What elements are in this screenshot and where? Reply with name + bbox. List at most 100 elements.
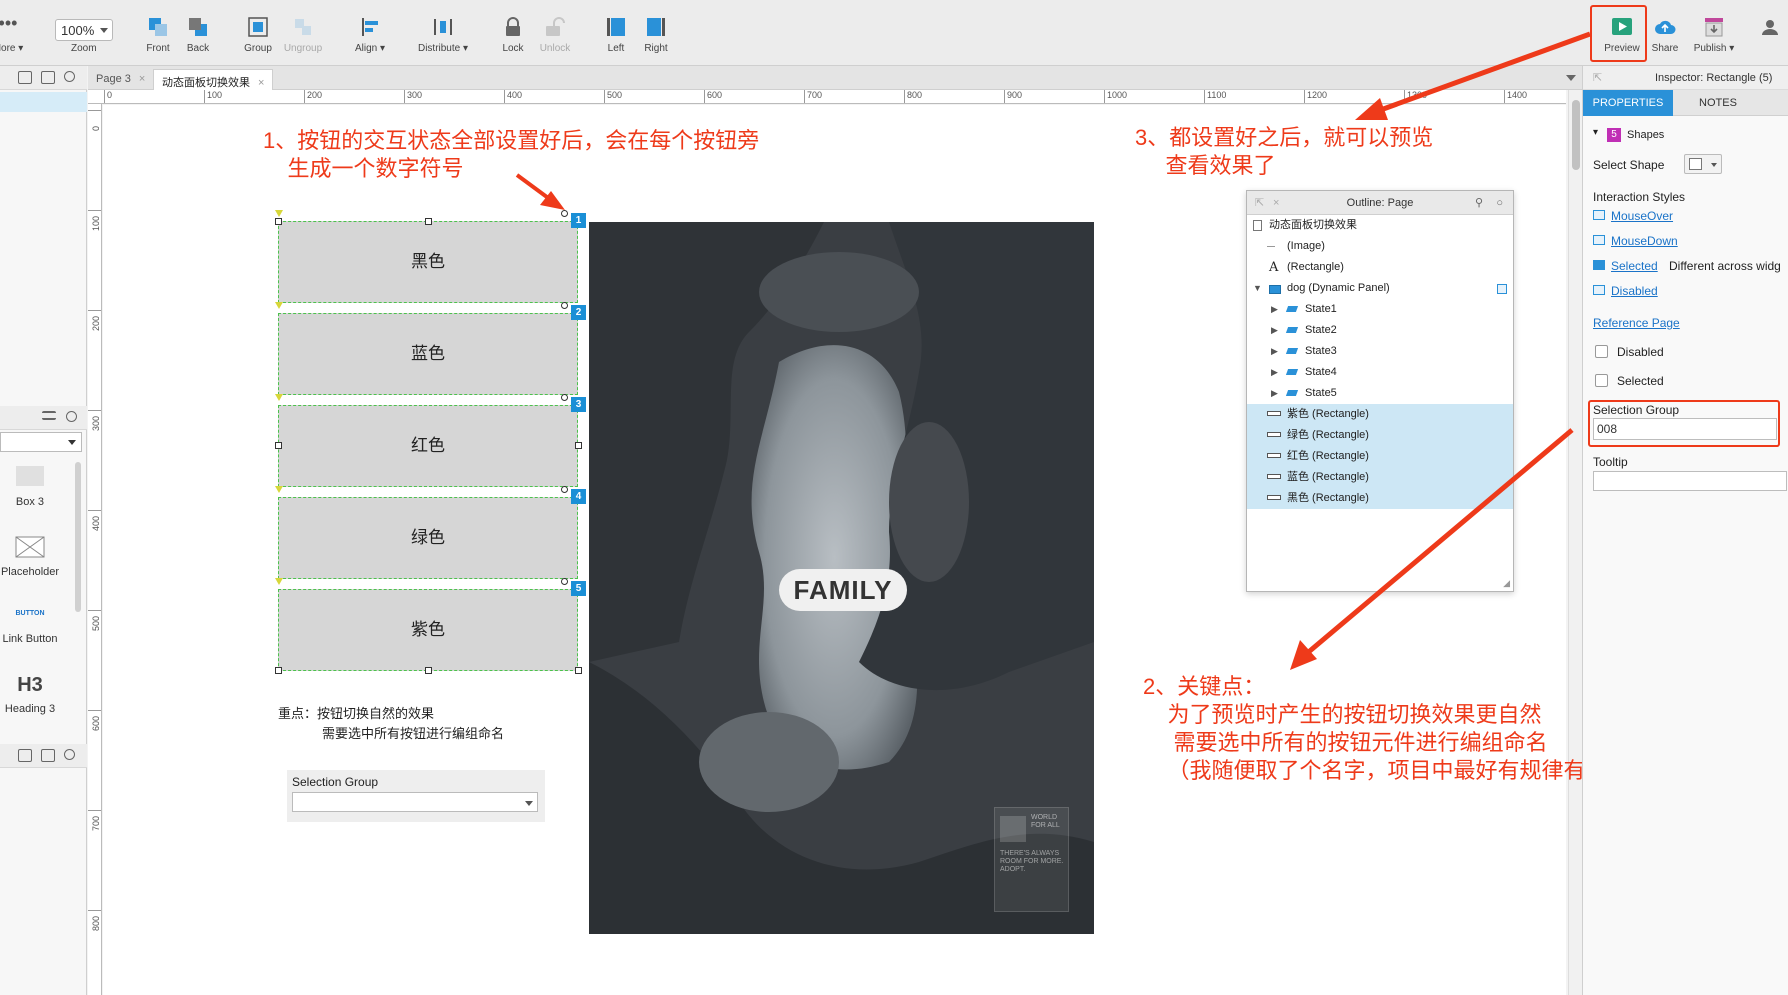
distribute-button[interactable]: Distribute ▾	[410, 16, 476, 54]
mousedown-link[interactable]: MouseDown	[1611, 234, 1678, 248]
unlock-button[interactable]: Unlock	[529, 16, 581, 54]
add-folder-icon[interactable]	[41, 71, 55, 84]
resize-handle[interactable]	[575, 667, 582, 674]
outline-row-dynamic-panel[interactable]: ▼ dog (Dynamic Panel)	[1247, 278, 1513, 299]
close-icon[interactable]: ×	[139, 73, 145, 85]
rotate-handle[interactable]	[561, 394, 568, 401]
main-toolbar: ••• More ▾ 100% Zoom Front Back Group Un…	[0, 0, 1788, 66]
outline-row-text-rectangle[interactable]: A (Rectangle)	[1247, 257, 1513, 278]
ruler-tick: 700	[804, 90, 822, 103]
outline-row-state2[interactable]: ▶ State2	[1247, 320, 1513, 341]
publish-button[interactable]: Publish ▾	[1684, 16, 1744, 54]
ruler-tick: 900	[1004, 90, 1022, 103]
resize-handle[interactable]	[425, 667, 432, 674]
collapse-icon[interactable]: ⇱	[1255, 191, 1264, 215]
search-icon[interactable]	[64, 749, 75, 760]
button-blue[interactable]: 蓝色	[278, 313, 578, 395]
reference-page-link[interactable]: Reference Page	[1593, 316, 1680, 330]
library-scrollbar[interactable]	[75, 462, 81, 612]
add-folder-icon[interactable]	[41, 749, 55, 762]
filter-icon[interactable]: ⚲	[1475, 191, 1483, 215]
interaction-badge: 5	[571, 581, 586, 596]
outline-row-state4[interactable]: ▶ State4	[1247, 362, 1513, 383]
select-shape-dropdown[interactable]	[1684, 154, 1722, 174]
chevron-down-icon[interactable]: ▾	[1593, 127, 1598, 138]
canvas-scrollbar[interactable]	[1568, 90, 1582, 995]
collapse-icon[interactable]: ⇱	[1593, 66, 1602, 90]
annotation-note-2: 2、关键点： 为了预览时产生的按钮切换效果更自然 需要选中所有的按钮元件进行编组…	[1143, 674, 1652, 783]
outline-row-rect-red[interactable]: 红色 (Rectangle)	[1247, 446, 1513, 467]
search-icon[interactable]	[66, 411, 77, 422]
expand-right-icon[interactable]: ▶	[1271, 341, 1278, 362]
tab-properties[interactable]: PROPERTIES	[1583, 90, 1673, 116]
user-account-button[interactable]	[1752, 16, 1788, 43]
outline-row-rect-green[interactable]: 绿色 (Rectangle)	[1247, 425, 1513, 446]
close-icon[interactable]: ×	[258, 77, 264, 89]
rotate-handle[interactable]	[561, 578, 568, 585]
rotate-handle[interactable]	[561, 302, 568, 309]
rectangle-icon	[1267, 474, 1281, 479]
outline-row-rect-purple[interactable]: 紫色 (Rectangle)	[1247, 404, 1513, 425]
zoom-select[interactable]: 100%	[55, 19, 113, 41]
widget-link-button[interactable]: BUTTON Link Button	[0, 610, 60, 645]
selected-link[interactable]: Selected	[1611, 259, 1658, 273]
mouseover-link[interactable]: MouseOver	[1611, 209, 1673, 223]
close-icon[interactable]: ×	[1273, 191, 1279, 215]
search-icon[interactable]: ○	[1496, 191, 1503, 215]
menu-icon[interactable]	[42, 411, 56, 420]
outline-row-state5[interactable]: ▶ State5	[1247, 383, 1513, 404]
selected-checkbox[interactable]	[1595, 374, 1608, 387]
outline-row-rect-blue[interactable]: 蓝色 (Rectangle)	[1247, 467, 1513, 488]
expand-right-icon[interactable]: ▶	[1271, 299, 1278, 320]
resize-handle[interactable]	[275, 218, 282, 225]
widget-placeholder[interactable]: Placeholder	[0, 536, 60, 578]
selection-group-dropdown[interactable]	[292, 792, 538, 812]
disabled-link[interactable]: Disabled	[1611, 284, 1658, 298]
add-master-icon[interactable]	[18, 749, 32, 762]
outline-row-state3[interactable]: ▶ State3	[1247, 341, 1513, 362]
ruler-tick: 1000	[1104, 90, 1127, 103]
resize-handle[interactable]	[275, 442, 282, 449]
tab-dynamic-panel-page[interactable]: 动态面板切换效果 ×	[153, 69, 274, 90]
tab-notes[interactable]: NOTES	[1673, 90, 1763, 116]
outline-row-rect-black[interactable]: 黑色 (Rectangle)	[1247, 488, 1513, 509]
expand-right-icon[interactable]: ▶	[1271, 362, 1278, 383]
back-button[interactable]: Back	[172, 16, 224, 54]
ruler-tick: 500	[88, 610, 101, 631]
widget-heading-3[interactable]: H3 Heading 3	[0, 674, 60, 715]
more-button[interactable]: ••• More ▾	[0, 14, 30, 54]
dynamic-panel-poster[interactable]: FAMILY WORLD FOR ALL THERE'S ALWAYS ROOM…	[589, 222, 1094, 934]
tab-page-3[interactable]: Page 3 ×	[88, 69, 153, 90]
rotate-handle[interactable]	[561, 486, 568, 493]
expand-right-icon[interactable]: ▶	[1271, 383, 1278, 404]
button-green[interactable]: 绿色	[278, 497, 578, 579]
search-icon[interactable]	[64, 71, 75, 82]
add-page-icon[interactable]	[18, 71, 32, 84]
zoom-value: 100%	[61, 23, 95, 38]
button-red[interactable]: 红色	[278, 405, 578, 487]
widget-box-3[interactable]: Box 3	[0, 466, 60, 508]
button-purple[interactable]: 紫色	[278, 589, 578, 671]
button-black[interactable]: 黑色	[278, 221, 578, 303]
rotate-handle[interactable]	[561, 210, 568, 217]
resize-handle[interactable]	[575, 442, 582, 449]
outline-row-state1[interactable]: ▶ State1	[1247, 299, 1513, 320]
resize-handle[interactable]	[275, 667, 282, 674]
ungroup-button[interactable]: Ungroup	[277, 16, 329, 54]
right-button[interactable]: Right	[630, 16, 682, 54]
outline-row-image[interactable]: (Image)	[1247, 236, 1513, 257]
scrollbar-thumb[interactable]	[1572, 100, 1580, 170]
page-list-selected-row[interactable]	[0, 92, 87, 112]
library-select[interactable]	[0, 432, 82, 452]
chevron-down-icon	[100, 28, 108, 33]
tabs-overflow-icon[interactable]	[1566, 75, 1576, 81]
expand-down-icon[interactable]: ▼	[1253, 278, 1262, 299]
outline-row-page[interactable]: 动态面板切换效果	[1247, 215, 1513, 236]
resize-grip-icon[interactable]: ◢	[1503, 578, 1510, 589]
resize-handle[interactable]	[425, 218, 432, 225]
disabled-checkbox[interactable]	[1595, 345, 1608, 358]
tooltip-input[interactable]	[1593, 471, 1787, 491]
align-button[interactable]: Align ▾	[344, 16, 396, 54]
expand-right-icon[interactable]: ▶	[1271, 320, 1278, 341]
group-label: Group	[244, 43, 272, 54]
